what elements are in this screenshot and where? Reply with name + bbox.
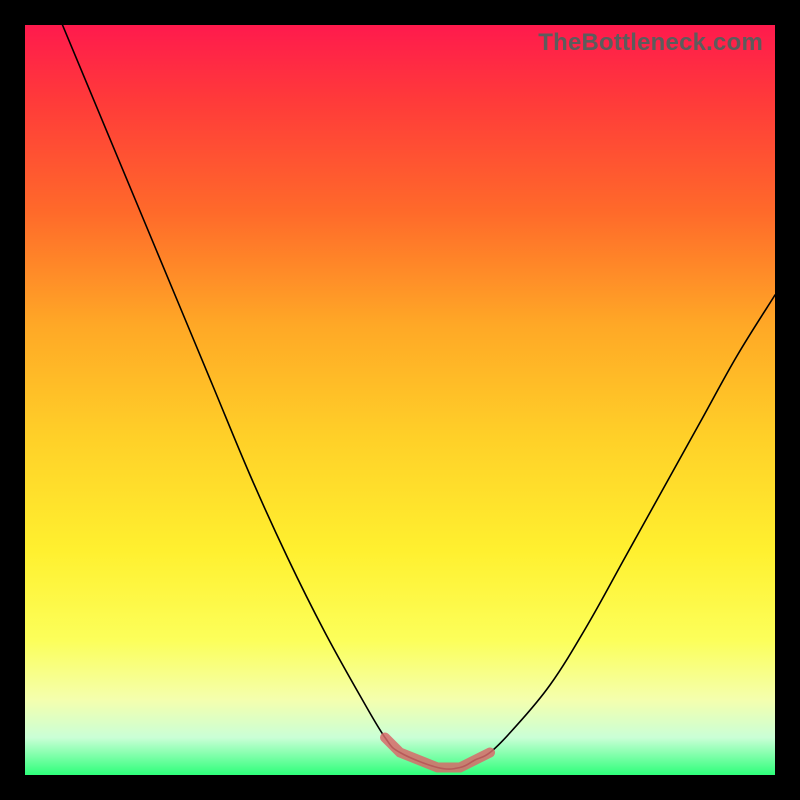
plot-svg xyxy=(25,25,775,775)
optimal-highlight xyxy=(385,738,490,768)
bottleneck-curve xyxy=(63,25,776,769)
chart-frame: TheBottleneck.com xyxy=(0,0,800,800)
plot-area: TheBottleneck.com xyxy=(25,25,775,775)
